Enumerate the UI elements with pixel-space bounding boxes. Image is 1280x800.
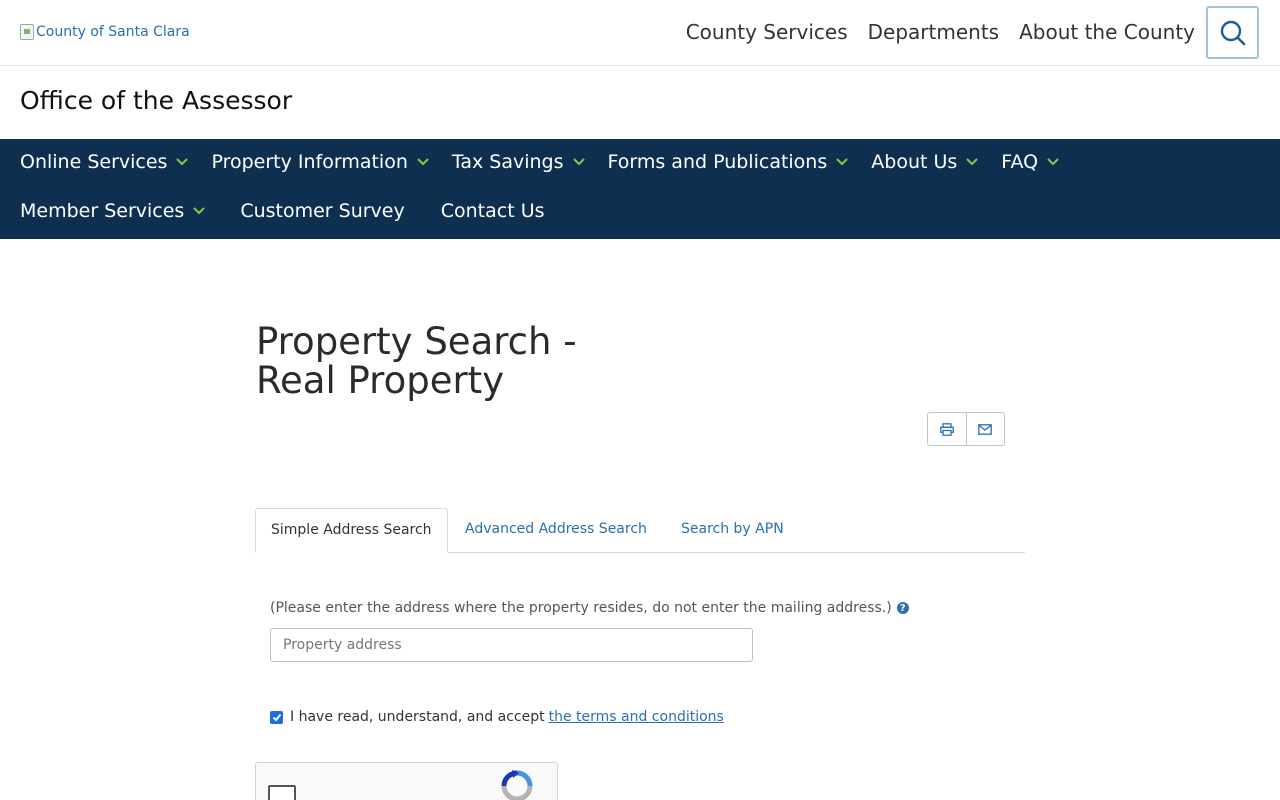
tab-search-by-apn[interactable]: Search by APN — [666, 508, 799, 553]
chevron-down-icon — [176, 158, 189, 166]
recaptcha-checkbox[interactable] — [268, 785, 296, 800]
main-nav-row-2: Member Services Customer Survey Contact … — [20, 200, 581, 222]
chevron-down-icon — [1047, 158, 1059, 166]
chevron-down-icon — [417, 158, 429, 166]
nav-member-services[interactable]: Member Services — [20, 200, 206, 222]
main-nav: Online Services Property Information Tax… — [0, 139, 1280, 239]
nav-label: Property Information — [211, 151, 408, 173]
top-link-about-county[interactable]: About the County — [1019, 20, 1195, 44]
chevron-down-icon — [836, 158, 848, 166]
nav-online-services[interactable]: Online Services — [20, 151, 189, 173]
nav-label: Forms and Publications — [607, 151, 828, 173]
search-button[interactable] — [1206, 6, 1259, 59]
chevron-down-icon — [572, 158, 585, 166]
envelope-icon — [978, 423, 993, 435]
main-nav-row-1: Online Services Property Information Tax… — [20, 151, 1082, 173]
top-link-departments[interactable]: Departments — [868, 20, 999, 44]
share-buttons — [927, 412, 1005, 446]
top-link-county-services[interactable]: County Services — [686, 20, 848, 44]
nav-label: About Us — [871, 151, 958, 173]
nav-contact-us[interactable]: Contact Us — [441, 200, 545, 222]
nav-about-us[interactable]: About Us — [871, 151, 979, 173]
terms-link[interactable]: the terms and conditions — [549, 709, 724, 725]
page-title-line-1: Property Search - — [256, 320, 577, 363]
address-hint: (Please enter the address where the prop… — [270, 600, 909, 616]
broken-image-icon — [20, 24, 34, 40]
terms-label: I have read, understand, and accept — [290, 709, 545, 725]
top-nav: County Services Departments About the Co… — [686, 20, 1195, 44]
county-logo[interactable]: County of Santa Clara — [20, 24, 190, 40]
nav-tax-savings[interactable]: Tax Savings — [452, 151, 586, 173]
print-icon — [940, 422, 954, 436]
logo-alt-text: County of Santa Clara — [36, 24, 190, 40]
nav-label: FAQ — [1001, 151, 1039, 173]
office-title[interactable]: Office of the Assessor — [20, 86, 292, 115]
recaptcha-widget — [255, 762, 558, 800]
search-icon — [1220, 20, 1245, 45]
page-title-line-2: Real Property — [256, 359, 505, 402]
checkmark-icon — [272, 713, 281, 721]
page-title: Property Search - Real Property — [256, 322, 676, 400]
nav-customer-survey[interactable]: Customer Survey — [240, 200, 404, 222]
nav-label: Online Services — [20, 151, 168, 173]
nav-forms-publications[interactable]: Forms and Publications — [608, 151, 850, 173]
search-tabs: Simple Address Search Advanced Address S… — [255, 508, 1025, 553]
terms-checkbox[interactable] — [270, 710, 283, 724]
terms-row: I have read, understand, and accept the … — [270, 709, 724, 725]
tab-simple-address-search[interactable]: Simple Address Search — [255, 508, 448, 553]
nav-label: Member Services — [20, 200, 185, 222]
chevron-down-icon — [193, 207, 206, 215]
property-address-input[interactable] — [270, 628, 753, 662]
nav-label: Tax Savings — [451, 151, 564, 173]
top-bar: County of Santa Clara County Services De… — [0, 0, 1280, 66]
chevron-down-icon — [966, 158, 979, 166]
recaptcha-logo-icon — [501, 770, 533, 800]
print-button[interactable] — [928, 413, 966, 445]
nav-faq[interactable]: FAQ — [1001, 151, 1060, 173]
tab-advanced-address-search[interactable]: Advanced Address Search — [450, 508, 662, 553]
nav-property-information[interactable]: Property Information — [211, 151, 429, 173]
question-circle-icon[interactable]: ? — [896, 602, 909, 614]
email-button[interactable] — [965, 413, 1004, 445]
address-hint-text: (Please enter the address where the prop… — [270, 600, 892, 616]
